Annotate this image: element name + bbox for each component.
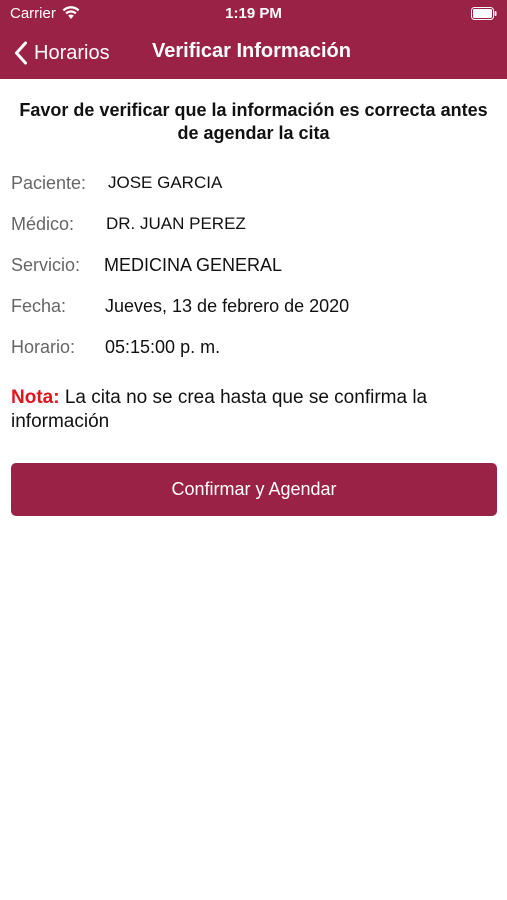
back-button-label: Horarios: [34, 41, 110, 64]
detail-value-horario: 05:15:00 p. m.: [105, 337, 221, 357]
detail-label-paciente: Paciente:: [11, 173, 87, 193]
page-title: Verificar Información: [152, 40, 351, 62]
detail-label-fecha: Fecha:: [11, 296, 67, 316]
chevron-left-icon: [15, 41, 27, 65]
detail-value-fecha: Jueves, 13 de febrero de 2020: [105, 296, 350, 316]
navigation-bar: Horarios Verificar Información: [0, 28, 507, 79]
battery-icon: [471, 7, 497, 20]
top-bar: Carrier 1:19 PM Horarios Verificar Infor…: [0, 0, 507, 79]
note-body: La cita no se crea hasta que se confirma…: [11, 387, 428, 432]
detail-label-servicio: Servicio:: [11, 255, 81, 275]
detail-label-medico: Médico:: [11, 214, 75, 234]
verification-heading: Favor de verificar que la información es…: [19, 100, 488, 143]
detail-value-paciente: JOSE GARCIA: [108, 173, 223, 192]
detail-value-medico: DR. JUAN PEREZ: [106, 214, 246, 233]
status-bar: Carrier 1:19 PM: [0, 0, 507, 28]
status-time: 1:19 PM: [225, 5, 282, 22]
detail-value-servicio: MEDICINA GENERAL: [104, 255, 283, 275]
confirm-schedule-button[interactable]: Confirmar y Agendar: [11, 463, 497, 516]
back-button[interactable]: Horarios: [14, 38, 110, 68]
note-text: Nota: La cita no se crea hasta que se co…: [11, 386, 491, 434]
note-label: Nota:: [11, 387, 60, 408]
detail-label-horario: Horario:: [11, 337, 76, 357]
